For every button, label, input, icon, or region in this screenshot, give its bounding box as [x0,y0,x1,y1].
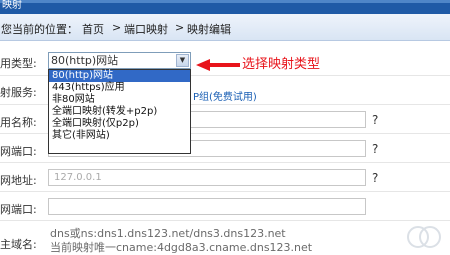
mapping-type-dropdown[interactable]: 80(http)网站 443(https)应用 非80网站 全端口映射(转发+p… [48,69,191,154]
inner-address-value: 127.0.0.1 [54,172,102,183]
dropdown-option[interactable]: 其它(非网站) [49,130,190,142]
inner-address-label: 网地址: [0,174,37,187]
free-trial-group-link[interactable]: P组(免费试用) [193,88,257,103]
inner-address-input[interactable]: 127.0.0.1 [48,169,366,186]
mapping-type-selected: 80(http)网站 [51,54,119,67]
dropdown-option[interactable]: 非80网站 [49,94,190,106]
row-divider [0,191,450,192]
breadcrumb-mapping-edit: 映射编辑 [187,23,231,36]
dropdown-option[interactable]: 80(http)网站 [49,70,190,82]
cname-note: 当前映射唯一cname:4dgd8a3.cname.dns123.net [50,241,313,254]
banner-title: 映射 [2,0,22,11]
dropdown-option[interactable]: 全端口映射(仅p2p) [49,118,190,130]
breadcrumb-separator: > [175,21,185,34]
dropdown-option[interactable]: 全端口映射(转发+p2p) [49,106,190,118]
chevron-down-icon[interactable]: ▼ [176,54,189,67]
watermark-logo [407,226,441,248]
inner-port-label: 网端口: [0,145,37,158]
question-mark-icon[interactable]: ? [372,171,378,185]
service-label: 射服务: [0,86,37,99]
breadcrumb-location-label: 您当前的位置： [1,23,78,36]
question-mark-icon[interactable]: ? [372,142,378,156]
dropdown-option[interactable]: 443(https)应用 [49,82,190,94]
breadcrumb: 您当前的位置： 首页 > 端口映射 > 映射编辑 [0,14,450,41]
red-arrow-icon [196,59,240,71]
name-label: 用名称: [0,116,37,129]
breadcrumb-home[interactable]: 首页 [82,21,104,37]
row-divider [0,162,450,163]
top-banner: 映射 [0,0,450,14]
type-label: 用类型: [0,57,37,70]
question-mark-icon[interactable]: ? [372,113,378,127]
domain-label: 主域名: [0,238,37,251]
annotation-label: 选择映射类型 [242,57,321,72]
breadcrumb-separator: > [112,21,122,34]
outer-port-label: 网端口: [0,203,37,216]
top-banner-line [0,0,450,3]
mapping-type-select[interactable]: 80(http)网站 ▼ [48,52,191,69]
outer-port-input[interactable] [48,198,366,215]
row-divider [0,220,450,221]
breadcrumb-port-mapping[interactable]: 端口映射 [124,21,168,37]
